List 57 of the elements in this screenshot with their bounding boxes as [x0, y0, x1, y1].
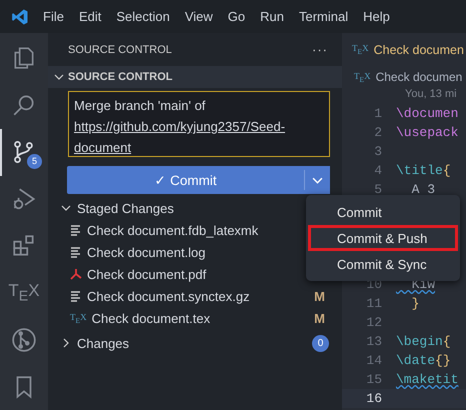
section-header[interactable]: SOURCE CONTROL	[48, 66, 342, 88]
line-number: 5	[373, 182, 382, 197]
menu-item[interactable]: Run	[260, 9, 284, 24]
pdf-icon	[70, 268, 82, 280]
code-line: \title{	[396, 163, 451, 178]
commit-message-field[interactable]: Merge branch 'main' of https://github.com/kyjung2357/Seed-document	[68, 91, 330, 157]
lines-icon	[70, 290, 82, 302]
activity-tab[interactable]: T$_{E}$X	[0, 269, 46, 316]
lines-icon	[70, 246, 82, 258]
group-header[interactable]: Changes 0	[48, 332, 342, 354]
line-number: 14	[365, 353, 382, 368]
menu-item[interactable]: View	[184, 9, 213, 24]
app-logo-icon	[11, 8, 29, 26]
menu-item[interactable]: Edit	[78, 9, 102, 24]
code-line: \begin{	[396, 334, 451, 349]
status-letter: M	[314, 288, 325, 304]
staged-entry[interactable]: Check document.tex	[92, 310, 310, 326]
code-line: \usepack	[396, 125, 458, 140]
line-number: 1	[373, 106, 382, 121]
status-letter: M	[314, 310, 325, 326]
menu-item[interactable]: File	[43, 9, 64, 24]
code-line: }	[410, 296, 420, 311]
breadcrumb[interactable]: Check documen	[376, 70, 462, 84]
count-badge: 0	[312, 334, 329, 352]
chevron-icon	[61, 338, 71, 348]
more-actions-button[interactable]: ···	[312, 42, 328, 57]
line-number: 3	[373, 144, 382, 159]
lines-icon	[70, 224, 82, 236]
code-line: A 3	[410, 182, 436, 197]
menu-item[interactable]: Terminal	[299, 9, 348, 24]
menu-item[interactable]: Help	[363, 9, 390, 24]
staged-entry[interactable]: Check document.synctex.gz	[87, 288, 310, 304]
line-number: 11	[365, 296, 382, 311]
menu-option[interactable]: Commit & Sync	[308, 251, 458, 277]
blame-annotation: You, 13 mi	[404, 88, 458, 102]
chevron-icon	[61, 203, 71, 213]
menu-item[interactable]: Go	[228, 9, 246, 24]
line-number: 2	[373, 125, 382, 140]
chevron-icon	[54, 72, 64, 82]
line-number: 13	[365, 334, 382, 349]
graph-circle-icon	[11, 326, 37, 353]
tex-icon: T$_{E}$X	[70, 312, 87, 324]
tex-icon: T$_{E}$X	[354, 70, 371, 84]
panel-title: SOURCE CONTROL	[68, 44, 172, 56]
line-number: 15	[365, 372, 382, 387]
line-number: 4	[373, 163, 382, 178]
menu-option[interactable]: Commit & Push	[308, 225, 458, 251]
menu-option[interactable]: Commit	[308, 199, 458, 225]
editor-tab[interactable]: T$_{E}$X Check documen	[342, 33, 466, 66]
menu-item[interactable]: Selection	[116, 9, 170, 24]
line-number: 16	[365, 391, 382, 406]
activity-tab[interactable]: 5	[0, 128, 46, 176]
code-line: \documen	[396, 106, 458, 121]
code-line: \maketit	[396, 372, 458, 387]
count-badge: 5	[27, 154, 42, 169]
code-line: \date{}	[396, 353, 451, 368]
line-number: 12	[365, 315, 382, 330]
